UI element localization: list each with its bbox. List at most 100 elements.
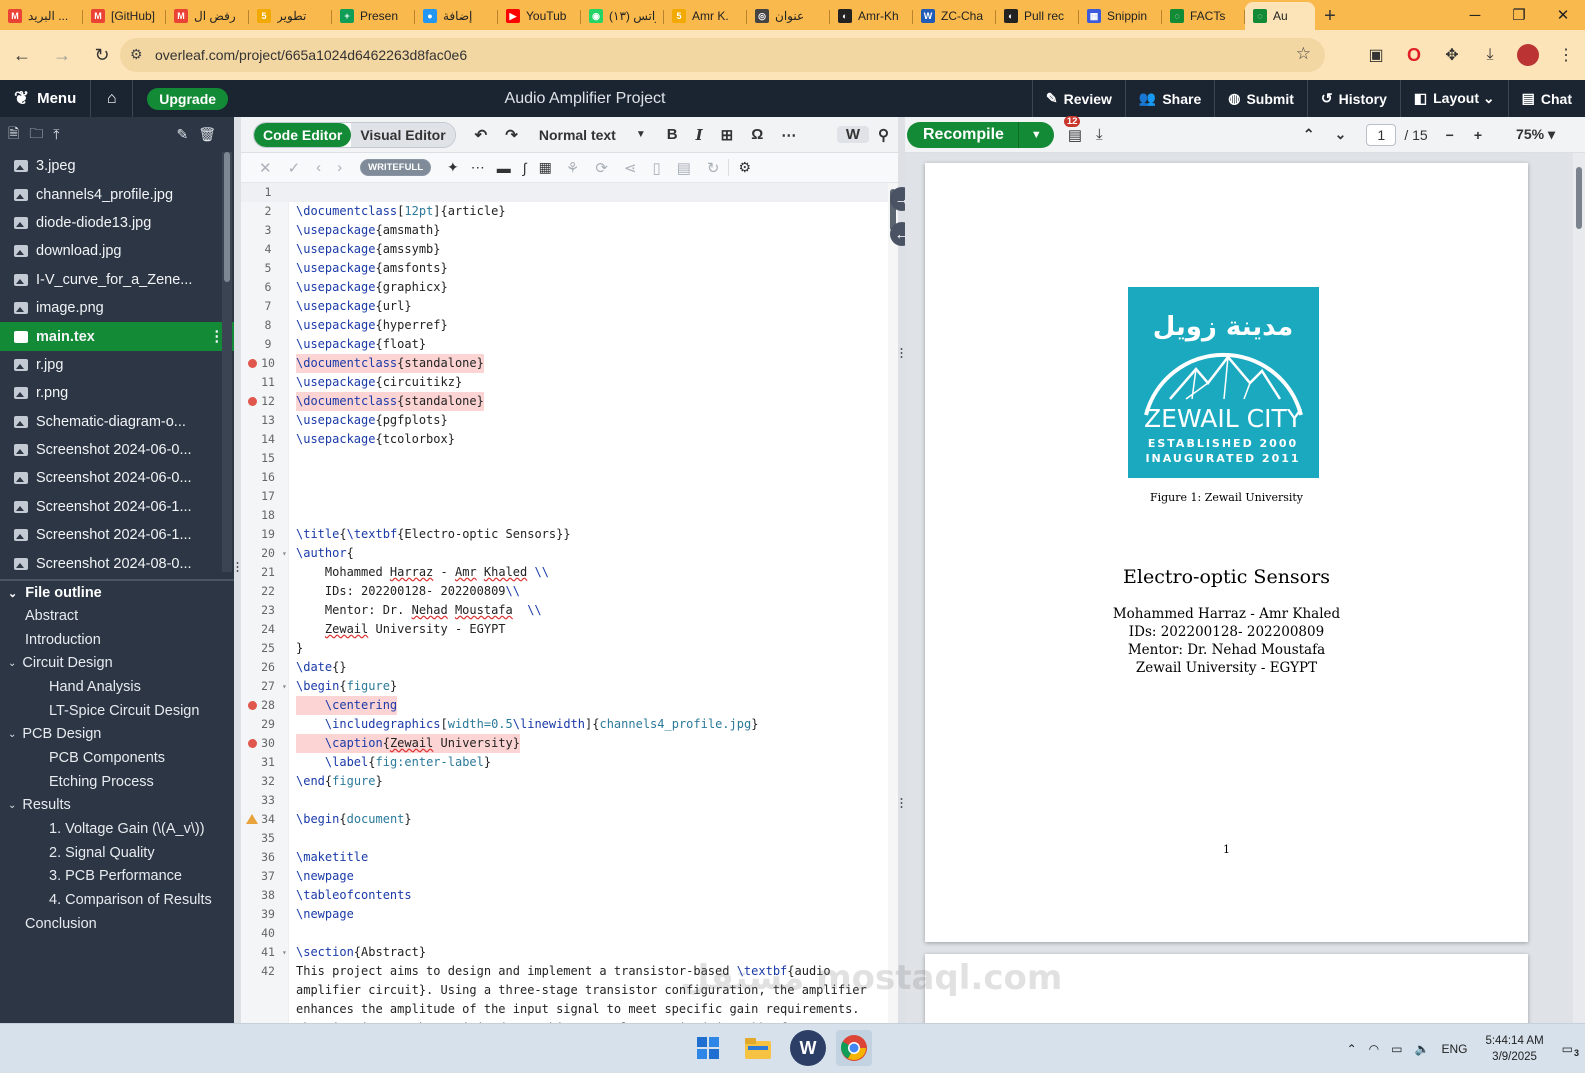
visual-editor-toggle[interactable]: Visual Editor: [351, 122, 455, 147]
table-generator-icon[interactable]: ▦: [533, 159, 558, 176]
browser-tab[interactable]: 5 Amr K.: [664, 2, 747, 30]
undo-icon[interactable]: ↶: [466, 126, 497, 144]
opera-extension-icon[interactable]: O: [1395, 45, 1433, 66]
upload-icon[interactable]: ⤒: [53, 126, 59, 143]
italic-icon[interactable]: I: [687, 126, 712, 144]
code-line[interactable]: 2 \documentclass[12pt]{article}: [241, 202, 898, 221]
download-icon[interactable]: ⤓: [1471, 46, 1509, 64]
browser-tab[interactable]: ◌ FACTs: [1162, 2, 1245, 30]
minimize-icon[interactable]: ─: [1453, 0, 1497, 30]
code-line[interactable]: 38 \tableofcontents: [241, 886, 898, 905]
zoom-select[interactable]: 75% ▾: [1506, 126, 1565, 143]
code-line[interactable]: 27 ▾ \begin{figure}: [241, 677, 898, 696]
integral-icon[interactable]: ∫: [517, 160, 533, 176]
back-button[interactable]: ←: [4, 37, 40, 73]
outline-item[interactable]: ⌄ Circuit Design: [0, 651, 234, 675]
pdf-scrollbar[interactable]: [1573, 153, 1585, 1023]
special-characters-icon[interactable]: Ω: [742, 126, 772, 143]
outline-item[interactable]: Conclusion: [0, 912, 234, 936]
editor-mode-toggle[interactable]: Code Editor Visual Editor: [253, 121, 456, 148]
browser-tab[interactable]: ◐ Amr-Kh: [830, 2, 913, 30]
code-line[interactable]: enhances the amplitude of the input sign…: [241, 1000, 898, 1019]
code-line[interactable]: 20 ▾ \author{: [241, 544, 898, 563]
paraphrase-icon[interactable]: ⚘: [558, 159, 587, 177]
next-page-icon[interactable]: ⌄: [1325, 126, 1357, 143]
file-explorer-icon[interactable]: [740, 1030, 776, 1066]
code-line[interactable]: 4 \usepackage{amssymb}: [241, 240, 898, 259]
new-file-icon[interactable]: 🗎: [8, 123, 19, 147]
settings-gear-icon[interactable]: ⚙: [727, 159, 758, 176]
home-icon[interactable]: ⌂: [91, 80, 134, 117]
battery-icon[interactable]: ▭: [1391, 1042, 1402, 1056]
browser-tab[interactable]: M [GitHub]: [83, 2, 166, 30]
code-line[interactable]: 31 \label{fig:enter-label}: [241, 753, 898, 772]
menu-button[interactable]: ❦ Menu: [0, 80, 92, 117]
browser-tab[interactable]: W ZC-Cha: [913, 2, 996, 30]
file-item[interactable]: main.tex ⋮: [0, 322, 234, 351]
page-number-input[interactable]: 1: [1366, 123, 1397, 146]
code-editor-toggle[interactable]: Code Editor: [254, 122, 352, 147]
browser-tab[interactable]: + Presen: [332, 2, 415, 30]
code-line[interactable]: 40: [241, 924, 898, 943]
file-item[interactable]: I-V_curve_for_a_Zene...: [0, 266, 234, 294]
close-icon[interactable]: ✕: [1541, 0, 1585, 30]
outline-item[interactable]: Introduction: [0, 628, 234, 652]
scroll-thumb[interactable]: [1576, 167, 1582, 229]
outline-item[interactable]: Etching Process: [0, 770, 234, 794]
pdf-preview[interactable]: مدينة زويل ZEWAIL CITY ESTABLISHED 2000 …: [905, 153, 1585, 1023]
next-icon[interactable]: ›: [329, 159, 350, 176]
code-line[interactable]: 36 \maketitle: [241, 848, 898, 867]
fold-arrow-icon[interactable]: ▾: [282, 943, 287, 962]
file-item[interactable]: Screenshot 2024-08-0...: [0, 549, 234, 577]
chevron-down-icon[interactable]: ⌄: [8, 729, 16, 740]
address-bar[interactable]: ⚙ overleaf.com/project/665a1024d6462263d…: [120, 38, 1325, 72]
code-line[interactable]: 19 \title{\textbf{Electro-optic Sensors}}: [241, 525, 898, 544]
browser-tab[interactable]: ◌ Au: [1245, 2, 1315, 30]
chat-button[interactable]: ▤ Chat: [1507, 80, 1585, 117]
file-item[interactable]: Screenshot 2024-06-0...: [0, 464, 234, 492]
file-item[interactable]: Screenshot 2024-06-0...: [0, 436, 234, 464]
redo-icon[interactable]: ↷: [496, 126, 527, 144]
dots-icon[interactable]: ⋯: [465, 159, 491, 176]
chevron-down-icon[interactable]: ▼: [1019, 129, 1054, 141]
file-item[interactable]: r.jpg: [0, 351, 234, 379]
browser-tab[interactable]: ◎ عنوان: [747, 2, 830, 30]
profile-avatar[interactable]: [1517, 44, 1539, 66]
code-line[interactable]: 26 \date{}: [241, 658, 898, 677]
file-outline-header[interactable]: ⌄ File outline: [0, 582, 234, 604]
chrome-menu-icon[interactable]: ⋮: [1547, 45, 1585, 65]
browser-tab[interactable]: ● إضافة: [415, 2, 498, 30]
code-line[interactable]: 15: [241, 449, 898, 468]
bookmark-star-icon[interactable]: ☆: [1296, 44, 1311, 64]
code-line[interactable]: 28 \centering: [241, 696, 898, 715]
code-line[interactable]: 5 \usepackage{amsfonts}: [241, 259, 898, 278]
editor-scrollbar[interactable]: [888, 183, 898, 1023]
sidebar-resize-handle[interactable]: [234, 117, 241, 1023]
windows-start-icon[interactable]: [690, 1030, 726, 1066]
browser-tab[interactable]: ▦ Snippin: [1079, 2, 1162, 30]
previous-page-icon[interactable]: ⌃: [1293, 126, 1325, 143]
file-item[interactable]: download.jpg: [0, 237, 234, 265]
notifications-icon[interactable]: ▭ 3: [1562, 1042, 1579, 1058]
new-folder-icon[interactable]: 🗀: [29, 123, 43, 147]
code-line[interactable]: 3 \usepackage{amsmath}: [241, 221, 898, 240]
code-line[interactable]: 25}: [241, 639, 898, 658]
bold-icon[interactable]: B: [658, 126, 687, 143]
outline-item[interactable]: LT-Spice Circuit Design: [0, 699, 234, 723]
chrome-taskbar-icon[interactable]: [836, 1030, 872, 1066]
code-line[interactable]: 18: [241, 506, 898, 525]
text-style-select[interactable]: Normal text ▼: [527, 127, 658, 143]
writefull-badge[interactable]: WRITEFULL: [360, 159, 432, 176]
forward-button[interactable]: →: [44, 37, 80, 73]
code-line[interactable]: 16: [241, 468, 898, 487]
file-item[interactable]: Screenshot 2024-06-1...: [0, 493, 234, 521]
outline-item[interactable]: Abstract: [0, 604, 234, 628]
writefull-icon[interactable]: W: [836, 126, 869, 143]
outline-item[interactable]: 1. Voltage Gain (\(A_v\)): [0, 817, 234, 841]
tray-chevron-up-icon[interactable]: ⌃: [1347, 1042, 1357, 1056]
recompile-button[interactable]: Recompile ▼: [907, 121, 1054, 148]
accept-icon[interactable]: ✓: [280, 159, 309, 177]
file-item[interactable]: channels4_profile.jpg: [0, 180, 234, 208]
outline-item[interactable]: PCB Components: [0, 746, 234, 770]
code-line[interactable]: 7 \usepackage{url}: [241, 297, 898, 316]
